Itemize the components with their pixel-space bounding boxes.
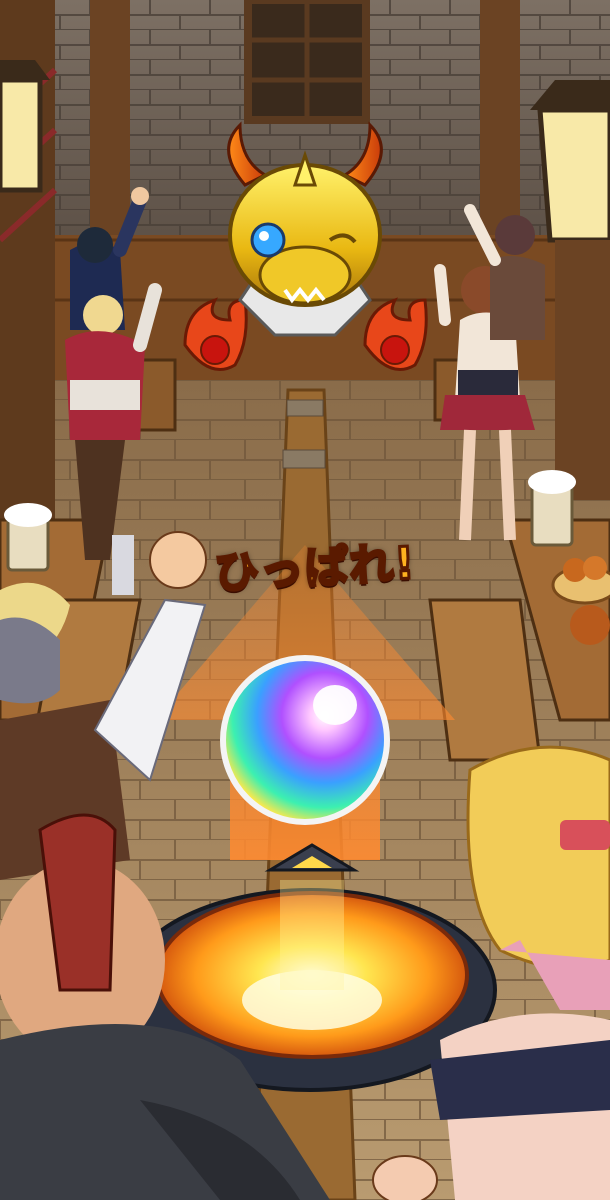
beer-mug: [4, 503, 52, 572]
pull-instruction-text: ひっぱれ!: [212, 536, 418, 600]
rainbow-orb-icon[interactable]: [220, 655, 390, 825]
right-bench: [428, 598, 542, 762]
game-screen[interactable]: ひっぱれ!: [0, 0, 610, 1200]
wooden-post: [90, 0, 130, 260]
left-lantern: [0, 60, 50, 193]
beer-mug: [528, 470, 576, 547]
